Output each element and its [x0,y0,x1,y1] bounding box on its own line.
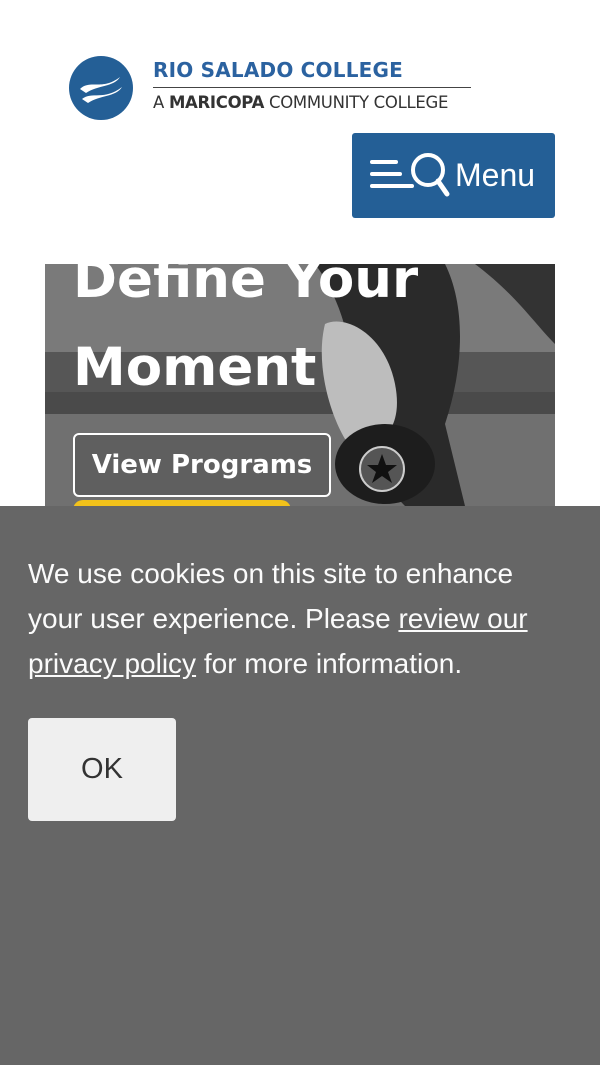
college-logo-link[interactable]: RIO SALADO COLLEGE A MARICOPA COMMUNITY … [68,55,478,121]
site-header: RIO SALADO COLLEGE A MARICOPA COMMUNITY … [0,0,600,250]
menu-label: Menu [455,157,536,193]
view-programs-button[interactable]: View Programs [73,433,331,497]
hero-heading-line-1: Define Your [73,264,419,310]
college-affiliation: A MARICOPA COMMUNITY COLLEGE [153,93,448,112]
affiliation-bold: MARICOPA [168,93,265,112]
college-name: RIO SALADO COLLEGE [153,58,403,82]
cookie-text-after: for more information. [196,648,463,679]
hamburger-search-icon [370,152,450,196]
hero-banner: Define Your Moment View Programs [45,264,555,506]
cookie-message: We use cookies on this site to enhance y… [28,551,573,686]
hero-heading-line-2: Moment [73,337,317,398]
cookie-ok-button[interactable]: OK [28,718,176,821]
affiliation-rest: COMMUNITY COLLEGE [264,93,449,112]
hero-heading: Define Your Moment [73,264,543,412]
college-logo-icon [69,56,133,120]
cookie-consent-banner: We use cookies on this site to enhance y… [0,506,600,1065]
logo-divider [153,87,471,88]
affiliation-prefix: A [153,93,169,112]
menu-button[interactable]: Menu [352,133,555,218]
